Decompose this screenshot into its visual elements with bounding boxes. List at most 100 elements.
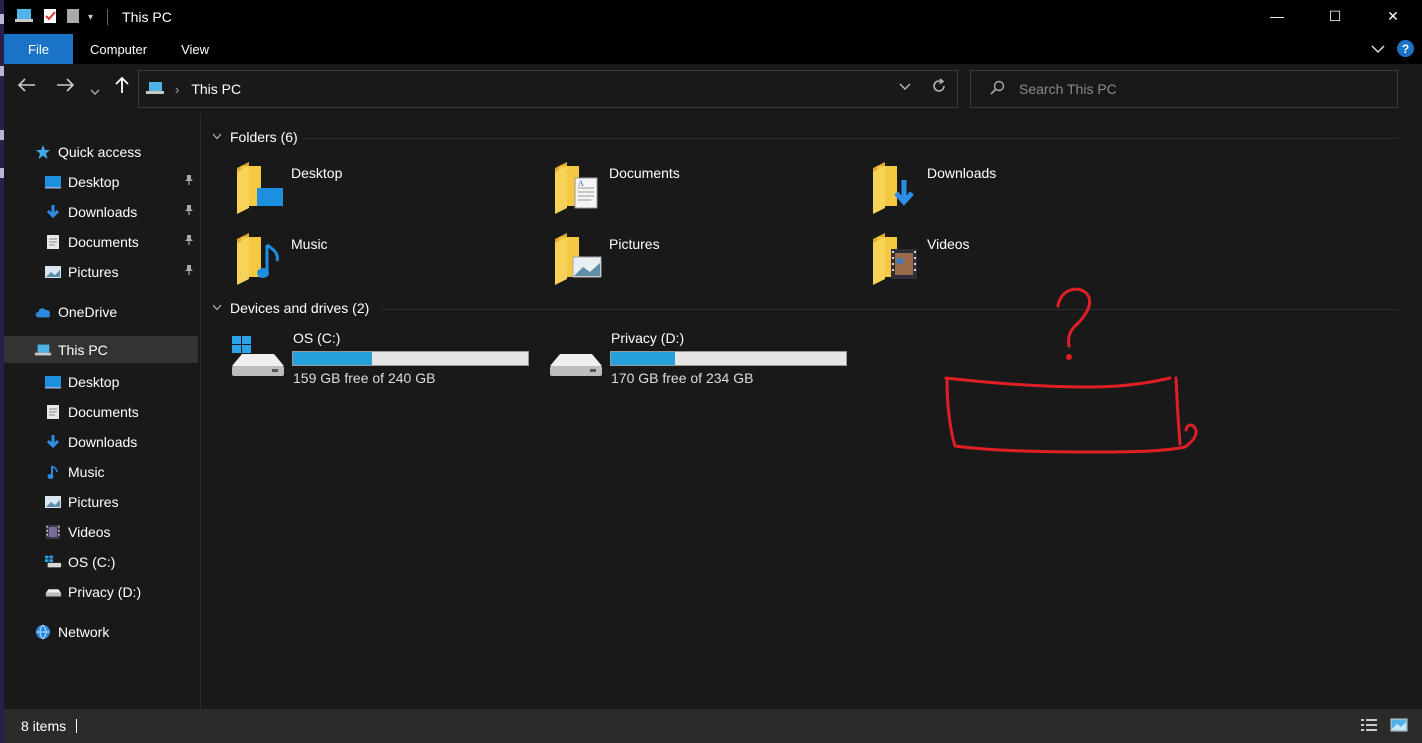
sidebar-item-pictures[interactable]: Pictures xyxy=(4,258,198,285)
sidebar-item-this-pc[interactable]: This PC xyxy=(4,336,198,363)
expand-ribbon-icon[interactable] xyxy=(1371,41,1385,57)
pin-icon[interactable] xyxy=(184,204,194,219)
close-button[interactable]: ✕ xyxy=(1364,0,1422,32)
sidebar-item-documents[interactable]: Documents xyxy=(4,228,198,255)
quick-access-toolbar: ▾ This PC xyxy=(4,8,172,27)
search-box[interactable] xyxy=(970,70,1398,108)
tab-computer[interactable]: Computer xyxy=(73,34,164,64)
pin-icon[interactable] xyxy=(184,174,194,189)
sidebar-item-label: Desktop xyxy=(68,173,120,190)
sidebar-item-desktop[interactable]: Desktop xyxy=(4,368,198,395)
drive-free-space: 159 GB free of 240 GB xyxy=(293,370,436,386)
folder-videos[interactable]: Videos xyxy=(871,231,1171,291)
maximize-button[interactable]: ☐ xyxy=(1306,0,1364,32)
new-folder-icon[interactable] xyxy=(66,8,80,27)
sidebar-item-downloads[interactable]: Downloads xyxy=(4,428,198,455)
sidebar-item-onedrive[interactable]: OneDrive xyxy=(4,298,198,325)
group-divider xyxy=(382,309,1398,310)
drive-label: Privacy (D:) xyxy=(611,330,685,346)
sidebar-item-videos[interactable]: Videos xyxy=(4,518,198,545)
pin-icon[interactable] xyxy=(184,234,194,249)
pin-icon[interactable] xyxy=(184,264,194,279)
search-input[interactable] xyxy=(1019,81,1379,97)
folder-label: Videos xyxy=(927,236,970,252)
drive-d[interactable]: Privacy (D:) 170 GB free of 234 GB xyxy=(548,330,858,390)
sidebar-item-desktop[interactable]: Desktop xyxy=(4,168,198,195)
item-count: 8 items xyxy=(21,718,67,734)
drives-group-header[interactable]: Devices and drives (2) xyxy=(212,300,369,316)
folder-music[interactable]: Music xyxy=(235,231,535,291)
chevron-down-icon[interactable] xyxy=(212,303,222,314)
folder-label: Downloads xyxy=(927,165,997,181)
sidebar-item-label: Pictures xyxy=(68,493,119,510)
folder-label: Desktop xyxy=(291,165,343,181)
this-pc-icon xyxy=(145,80,165,99)
address-dropdown-icon[interactable] xyxy=(899,80,911,94)
sidebar-item-label: Downloads xyxy=(68,203,138,220)
pictures-folder-icon xyxy=(553,231,603,290)
sidebar-item-label: Network xyxy=(58,623,110,640)
folder-label: Documents xyxy=(609,165,680,181)
sidebar-item-privacy-d[interactable]: Privacy (D:) xyxy=(4,578,198,605)
sidebar-item-quick-access[interactable]: Quick access xyxy=(4,138,198,165)
customize-toolbar-icon[interactable]: ▾ xyxy=(88,12,93,23)
navigation-bar: › This PC xyxy=(4,64,1422,114)
tab-view[interactable]: View xyxy=(164,34,226,64)
downloads-folder-icon xyxy=(871,160,921,219)
computer-icon xyxy=(34,341,52,359)
window-controls: — ☐ ✕ xyxy=(1248,0,1422,32)
drive-usage-bar xyxy=(292,351,529,366)
large-icons-view-icon[interactable] xyxy=(1390,717,1408,736)
folder-pictures[interactable]: Pictures xyxy=(553,231,853,291)
desktop-icon xyxy=(44,373,62,391)
svg-text:A: A xyxy=(578,179,584,188)
recent-locations-icon[interactable] xyxy=(90,80,100,101)
sidebar-item-label: Privacy (D:) xyxy=(68,583,142,600)
chevron-down-icon[interactable] xyxy=(212,132,222,143)
up-arrow-icon[interactable] xyxy=(115,76,129,99)
folders-group-header[interactable]: Folders (6) xyxy=(212,129,298,145)
sidebar-item-network[interactable]: Network xyxy=(4,618,198,645)
sidebar-item-label: Pictures xyxy=(68,263,119,280)
sidebar-item-downloads[interactable]: Downloads xyxy=(4,198,198,225)
drives-group-label: Devices and drives (2) xyxy=(230,300,370,316)
download-icon xyxy=(44,433,62,451)
title-bar: ▾ This PC — ☐ ✕ xyxy=(4,0,1422,34)
pictures-icon xyxy=(44,493,62,511)
back-arrow-icon[interactable] xyxy=(17,76,36,97)
desktop-icon xyxy=(44,173,62,191)
documents-folder-icon: A xyxy=(553,160,603,219)
folder-desktop[interactable]: Desktop xyxy=(235,160,535,220)
sidebar-item-label: Documents xyxy=(68,403,139,420)
tab-file[interactable]: File xyxy=(4,34,73,64)
drive-c[interactable]: OS (C:) 159 GB free of 240 GB xyxy=(230,330,540,390)
address-bar[interactable]: › This PC xyxy=(138,70,958,108)
window-title: This PC xyxy=(122,9,172,25)
sidebar-item-documents[interactable]: Documents xyxy=(4,398,198,425)
details-view-icon[interactable] xyxy=(1360,717,1378,736)
sidebar-item-pictures[interactable]: Pictures xyxy=(4,488,198,515)
minimize-button[interactable]: — xyxy=(1248,0,1306,32)
sidebar-item-label: OneDrive xyxy=(58,303,118,320)
help-button[interactable]: ? xyxy=(1397,40,1414,57)
drive-label: OS (C:) xyxy=(293,330,341,346)
document-icon xyxy=(44,403,62,421)
content-pane: Folders (6) Desktop A Documents Downloads Mu… xyxy=(202,114,1422,709)
folder-documents[interactable]: A Documents xyxy=(553,160,853,220)
cloud-icon xyxy=(34,303,52,321)
this-pc-icon[interactable] xyxy=(14,8,34,27)
folder-label: Music xyxy=(291,236,328,252)
windows-drive-icon xyxy=(44,553,62,571)
sidebar-item-label: Downloads xyxy=(68,433,138,450)
forward-arrow-icon[interactable] xyxy=(56,76,75,97)
breadcrumb-this-pc[interactable]: This PC xyxy=(191,81,241,97)
sidebar-item-label: Videos xyxy=(68,523,111,540)
network-icon xyxy=(34,623,52,641)
folder-downloads[interactable]: Downloads xyxy=(871,160,1171,220)
download-icon xyxy=(44,203,62,221)
chevron-right-icon[interactable]: › xyxy=(175,82,179,97)
sidebar-item-os-c[interactable]: OS (C:) xyxy=(4,548,198,575)
properties-icon[interactable] xyxy=(42,8,58,27)
sidebar-item-music[interactable]: Music xyxy=(4,458,198,485)
refresh-icon[interactable] xyxy=(931,78,947,99)
